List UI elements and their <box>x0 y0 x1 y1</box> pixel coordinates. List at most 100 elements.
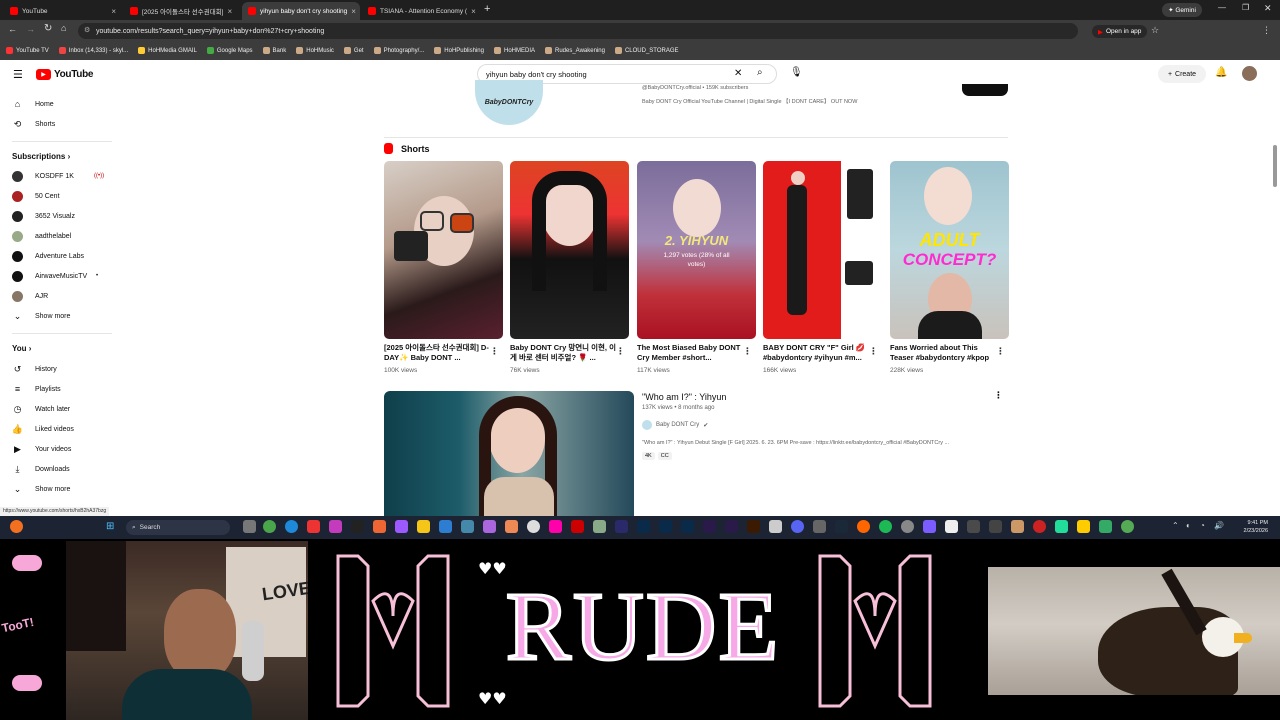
instagram-icon[interactable] <box>329 520 342 533</box>
app-icon[interactable] <box>923 520 936 533</box>
illustrator-icon[interactable] <box>747 520 760 533</box>
task-view-icon[interactable] <box>243 520 256 533</box>
bookmark-item[interactable]: Get <box>343 47 364 54</box>
bookmark-item[interactable]: HoHMedia GMAIL <box>138 47 197 54</box>
short-title[interactable]: Baby DONT Cry 망연니 이현, 이게 바로 센터 비주얼? 🌹 ..… <box>510 343 618 363</box>
bookmark-item[interactable]: YouTube TV <box>6 47 49 54</box>
sidebar-sub-item[interactable]: Adventure Labs <box>12 249 84 263</box>
create-button[interactable]: + Create <box>1158 65 1206 83</box>
lightroom-classic-icon[interactable] <box>681 520 694 533</box>
browser-menu-icon[interactable]: ⋮ <box>1262 25 1271 36</box>
sidebar-sub-item[interactable]: 50 Cent <box>12 189 60 203</box>
tab-idolstar[interactable]: [2025 아이돌스타 선수권대회] × <box>124 2 238 20</box>
short-title[interactable]: The Most Biased Baby DONT Cry Member #sh… <box>637 343 745 363</box>
short-title[interactable]: Fans Worried about This Teaser #babydont… <box>890 343 998 363</box>
app-icon[interactable] <box>505 520 518 533</box>
tray-chevron-icon[interactable]: ⌃ <box>1172 521 1179 530</box>
app-icon[interactable] <box>967 520 980 533</box>
app-icon[interactable] <box>1011 520 1024 533</box>
chrome-icon[interactable] <box>263 520 276 533</box>
short-thumbnail[interactable] <box>763 161 882 339</box>
chrome-icon[interactable] <box>1121 520 1134 533</box>
app-icon[interactable] <box>857 520 870 533</box>
search-icon[interactable]: ⌕ <box>757 67 763 78</box>
threads-icon[interactable] <box>351 520 364 533</box>
app-icon[interactable] <box>879 520 892 533</box>
bookmark-item[interactable]: Rudes_Awakening <box>545 47 605 54</box>
sidebar-item-home[interactable]: ⌂ Home <box>12 97 54 111</box>
edge-icon[interactable] <box>285 520 298 533</box>
more-options-icon[interactable]: ⋮ <box>490 346 499 357</box>
short-thumbnail[interactable]: ADULT CONCEPT? <box>890 161 1009 339</box>
subscriptions-heading[interactable]: Subscriptions › <box>12 152 70 161</box>
you-heading[interactable]: You › <box>12 344 31 353</box>
close-icon[interactable]: × <box>111 7 116 16</box>
sidebar-item-downloads[interactable]: ⤓ Downloads <box>12 462 70 476</box>
tab-search-results[interactable]: yihyun baby don't cry shooting × <box>242 2 360 20</box>
bookmark-item[interactable]: Bank <box>262 47 286 54</box>
wifi-icon[interactable]: ◔ <box>1200 521 1205 530</box>
sidebar-item-shorts[interactable]: ⟲ Shorts <box>12 117 56 131</box>
gemini-button[interactable]: ✦ Gemini <box>1162 3 1202 17</box>
app-icon[interactable] <box>1033 520 1046 533</box>
sidebar-sub-item[interactable]: 3652 Visualz <box>12 209 75 223</box>
bookmark-star-icon[interactable]: ☆ <box>1151 25 1159 36</box>
new-tab-button[interactable]: + <box>484 3 490 15</box>
lightroom-icon[interactable] <box>659 520 672 533</box>
sidebar-item-playlists[interactable]: ≡ Playlists <box>12 382 61 396</box>
notifications-bell-icon[interactable]: 🔔 <box>1215 67 1227 78</box>
bookmark-item[interactable]: CLOUD_STORAGE <box>614 47 679 54</box>
file-explorer-icon[interactable] <box>417 520 430 533</box>
sidebar-sub-item[interactable]: AirwaveMusicTV • <box>12 269 98 283</box>
tab-tsiana[interactable]: TSIANA - Attention Economy (× <box>362 2 480 20</box>
bookmark-item[interactable]: Google Maps <box>206 47 253 54</box>
reload-icon[interactable]: ↻ <box>44 23 52 34</box>
more-options-icon[interactable]: ⋮ <box>869 346 878 357</box>
app-icon[interactable] <box>593 520 606 533</box>
sidebar-sub-item[interactable]: aadthelabel <box>12 229 71 243</box>
taskbar-search[interactable]: ⌕ Search <box>126 520 230 535</box>
steam-icon[interactable] <box>835 520 848 533</box>
video-title[interactable]: "Who am I?" : Yihyun <box>642 392 726 402</box>
bookmark-item[interactable]: HoHMusic <box>296 47 334 54</box>
short-thumbnail[interactable]: 2. YIHYUN 1,297 votes (28% of all votes) <box>637 161 756 339</box>
microphone-icon[interactable]: 🎙 <box>790 67 803 78</box>
video-channel[interactable]: Baby DONT Cry ✔ <box>642 420 708 430</box>
video-thumbnail[interactable] <box>384 391 634 516</box>
sidebar-item-watch-later[interactable]: ◷ Watch later <box>12 402 71 416</box>
show-more-button[interactable]: ⌄ Show more <box>12 309 71 323</box>
media-encoder-icon[interactable] <box>615 520 628 533</box>
sidebar-sub-item[interactable]: KOSDFF 1K ((•)) <box>12 169 104 183</box>
close-window-button[interactable]: ✕ <box>1264 3 1272 14</box>
app-icon[interactable] <box>527 520 540 533</box>
close-icon[interactable]: × <box>351 7 356 16</box>
sidebar-item-your-videos[interactable]: ▶ Your videos <box>12 442 71 456</box>
more-options-icon[interactable]: ⋮ <box>743 346 752 357</box>
bookmark-item[interactable]: HoHPublishing <box>434 47 484 54</box>
site-info-icon[interactable]: ⚙ <box>84 26 90 34</box>
more-options-icon[interactable]: ⋮ <box>616 346 625 357</box>
more-options-icon[interactable]: ⋮ <box>994 390 1003 401</box>
maximize-button[interactable]: ❐ <box>1242 3 1249 12</box>
app-icon[interactable] <box>373 520 386 533</box>
app-icon[interactable] <box>813 520 826 533</box>
close-icon[interactable]: × <box>471 7 476 16</box>
brave-icon[interactable] <box>307 520 320 533</box>
short-thumbnail[interactable] <box>510 161 629 339</box>
app-icon[interactable] <box>769 520 782 533</box>
discord-icon[interactable] <box>791 520 804 533</box>
sidebar-item-liked-videos[interactable]: 👍 Liked videos <box>12 422 74 436</box>
open-in-app-button[interactable]: ▶ Open in app <box>1092 25 1148 38</box>
forward-icon[interactable]: → <box>26 24 35 34</box>
url-field[interactable]: ⚙ youtube.com/results?search_query=yihyu… <box>78 23 1078 39</box>
tray-icon[interactable]: ◐ <box>1186 521 1191 530</box>
app-icon[interactable] <box>1055 520 1068 533</box>
app-icon[interactable] <box>439 520 452 533</box>
app-icon[interactable] <box>10 520 23 533</box>
clear-search-icon[interactable]: ✕ <box>734 68 742 79</box>
bookmark-item[interactable]: Photography/... <box>373 47 424 54</box>
app-icon[interactable] <box>1099 520 1112 533</box>
back-icon[interactable]: ← <box>8 24 17 34</box>
taskbar-clock[interactable]: 9:41 PM 2/23/2026 <box>1228 519 1268 535</box>
app-icon[interactable] <box>989 520 1002 533</box>
